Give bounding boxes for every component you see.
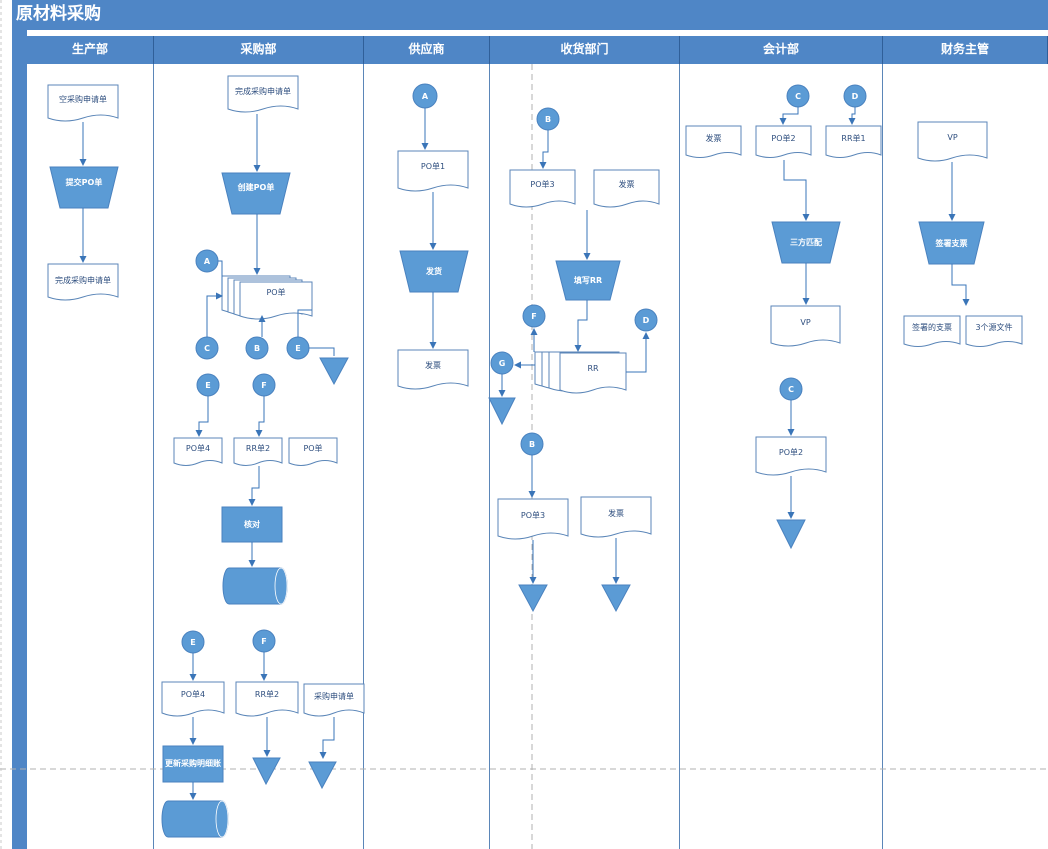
- flow-fin-2: [951, 264, 970, 306]
- doc-po1: [397, 150, 469, 192]
- diagram-svg: A C B E E F E F A B F D G B C D C: [0, 0, 1048, 849]
- op-fill-rr: [555, 260, 621, 301]
- storage-1: [222, 567, 288, 605]
- connector-f-2-letter: F: [261, 637, 266, 646]
- connector-a-letter: A: [204, 257, 211, 266]
- doc-po-stack-4: [239, 281, 313, 320]
- connector-f-letter: F: [261, 381, 266, 390]
- file-triangle-2: [252, 757, 281, 786]
- file-triangle-5: [518, 584, 548, 613]
- file-triangle-7: [776, 519, 806, 550]
- connector-d-receiving-letter: D: [643, 316, 650, 325]
- connector-c-letter: C: [204, 344, 210, 353]
- op-three-way-match: [771, 221, 841, 264]
- connector-d-accounting-letter: D: [852, 92, 859, 101]
- connector-b-receiving-letter: B: [545, 115, 551, 124]
- connector-f-receiving-letter: F: [531, 312, 536, 321]
- connector-a-supplier-letter: A: [422, 92, 429, 101]
- doc-signed-check: [903, 315, 961, 347]
- flow-rec-b: [539, 130, 549, 169]
- flow-f: [255, 396, 265, 437]
- flow-a-to-stack: [218, 260, 223, 296]
- file-triangle-1: [319, 357, 349, 386]
- doc-rr-stack-4: [559, 352, 627, 394]
- doc-completed-requisition-purchasing: [227, 75, 299, 113]
- op-create-po: [221, 172, 291, 215]
- connector-e-2-letter: E: [205, 381, 210, 390]
- doc-invoice-accounting: [685, 125, 742, 158]
- flow-to-file-1: [309, 347, 335, 356]
- flow-acc-d: [848, 107, 856, 125]
- doc-po2-b: [755, 436, 827, 476]
- doc-rr2-b: [235, 681, 299, 717]
- doc-vp-finance: [917, 121, 988, 162]
- flow-acc-c: [779, 107, 799, 125]
- doc-po4: [173, 437, 223, 466]
- doc-empty-requisition: [47, 84, 119, 122]
- flow-to-match: [783, 160, 810, 221]
- doc-invoice-receiving-b: [580, 496, 652, 538]
- flow-c-link: [206, 292, 223, 337]
- doc-invoice-supplier: [397, 349, 469, 390]
- flow-e2: [195, 396, 209, 437]
- doc-rr1: [825, 125, 882, 158]
- doc-vp-accounting: [770, 305, 841, 347]
- doc-invoice-receiving: [593, 169, 660, 208]
- doc-po3-b: [497, 498, 569, 540]
- connector-b-receiving-2-letter: B: [529, 440, 535, 449]
- connector-c-accounting-letter: C: [795, 92, 801, 101]
- flow-to-check: [248, 466, 260, 506]
- doc-rr2: [233, 437, 283, 466]
- op-check: [221, 506, 283, 543]
- connector-b-letter: B: [254, 344, 260, 353]
- doc-three-source-docs: [965, 315, 1023, 347]
- doc-requisition-b: [303, 683, 365, 717]
- doc-po2: [755, 125, 812, 158]
- op-submit-po: [49, 166, 119, 209]
- doc-completed-requisition: [47, 263, 119, 301]
- flowchart-canvas: 原材料采购 生产部 采购部 供应商 收货部门 会计部 财务主管 A C B E …: [0, 0, 1048, 849]
- connector-c-accounting-2-letter: C: [788, 385, 794, 394]
- flow-to-file-3: [319, 717, 335, 759]
- connector-g-letter: G: [499, 359, 506, 368]
- op-ship: [399, 250, 469, 293]
- op-update-ledger: [162, 745, 224, 783]
- flow-fill-to-rr: [574, 300, 588, 352]
- doc-po3: [509, 169, 576, 208]
- connector-e-3-letter: E: [190, 638, 195, 647]
- file-triangle-6: [601, 584, 631, 613]
- connector-e-letter: E: [295, 344, 300, 353]
- file-triangle-3: [308, 761, 337, 790]
- doc-po4-b: [161, 681, 225, 717]
- op-sign-check: [918, 221, 985, 265]
- flow-rr-to-d: [626, 332, 650, 373]
- file-triangle-4: [488, 397, 516, 426]
- doc-po: [288, 437, 338, 466]
